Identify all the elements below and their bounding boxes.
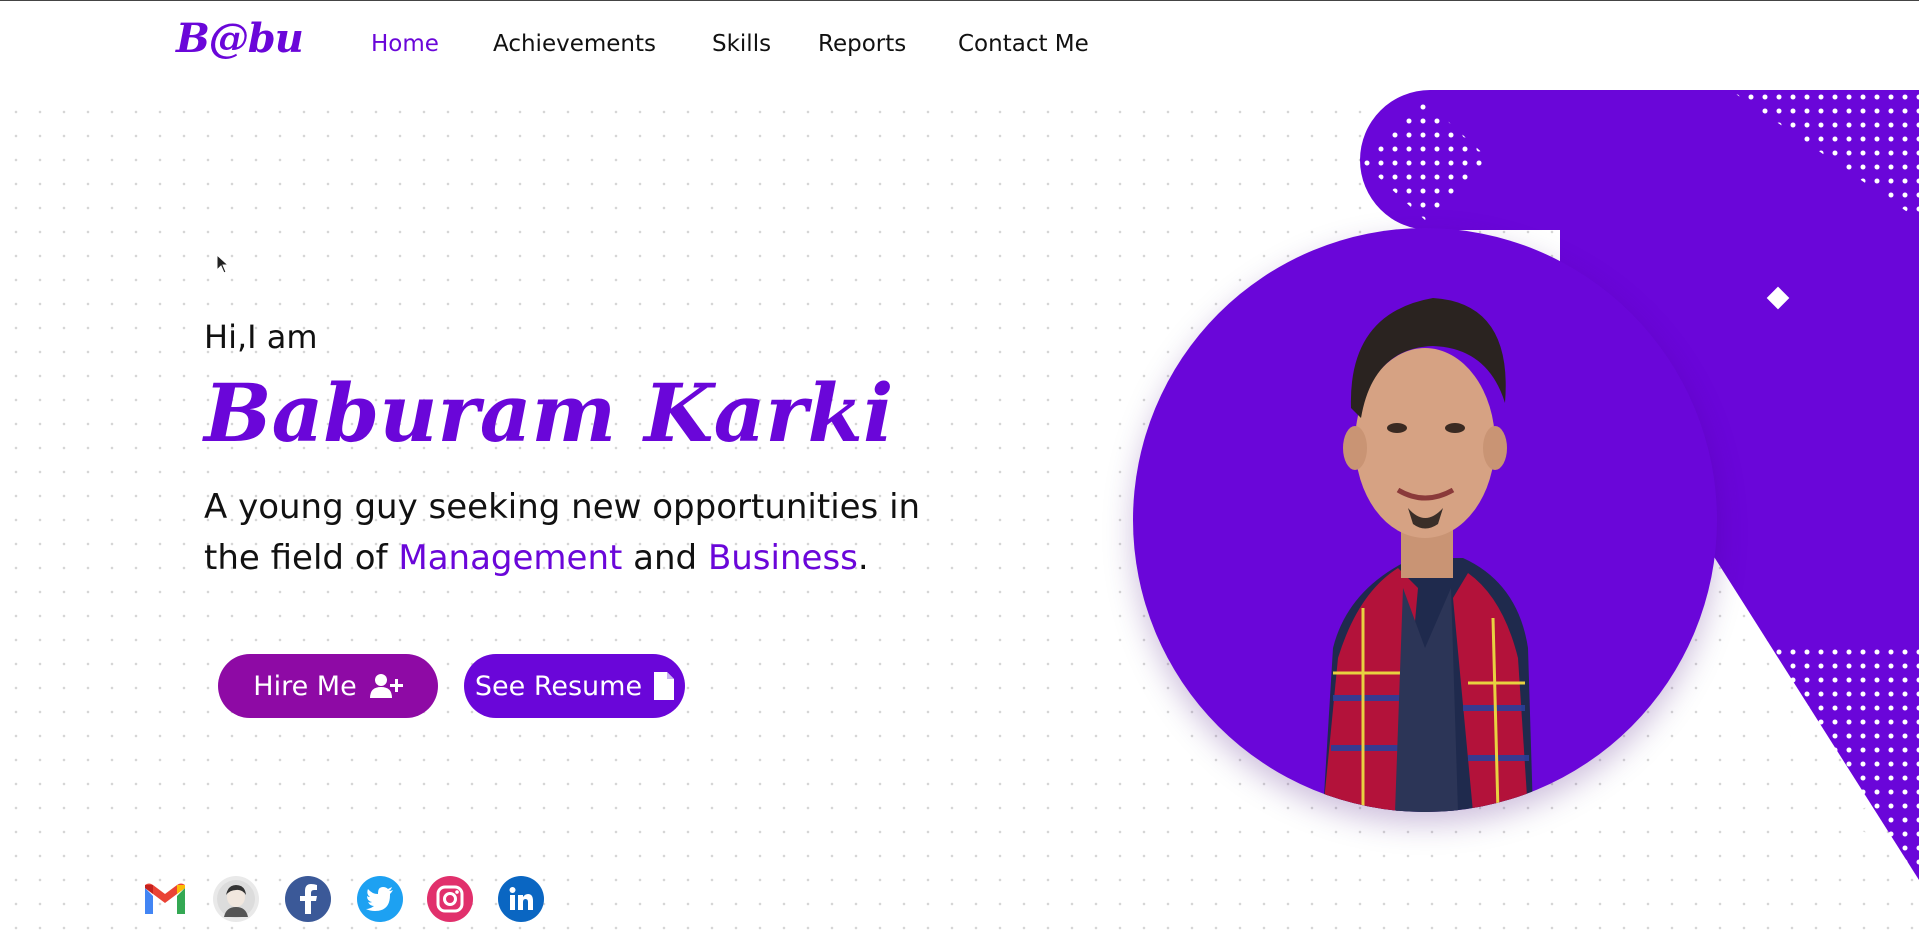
gmail-icon[interactable] xyxy=(142,876,188,922)
highlight-management: Management xyxy=(398,538,623,578)
highlight-business: Business xyxy=(707,538,858,578)
avatar-icon[interactable] xyxy=(213,876,259,922)
see-resume-button[interactable]: See Resume xyxy=(464,654,685,718)
mouse-cursor-icon xyxy=(216,254,230,274)
facebook-icon[interactable] xyxy=(285,876,331,922)
tagline-period: . xyxy=(857,538,869,578)
see-resume-label: See Resume xyxy=(474,670,643,702)
nav-item-reports[interactable]: Reports xyxy=(818,31,906,57)
nav-item-achievements[interactable]: Achievements xyxy=(493,31,656,57)
hire-me-button[interactable]: Hire Me xyxy=(218,654,438,718)
twitter-icon[interactable] xyxy=(357,876,403,922)
site-logo[interactable]: B@bu xyxy=(176,15,304,62)
file-icon xyxy=(654,672,675,700)
navbar: B@bu Home Achievements Skills Reports Co… xyxy=(0,0,1919,90)
tagline-and: and xyxy=(622,538,708,578)
profile-photo xyxy=(1323,298,1533,812)
nav-item-contact[interactable]: Contact Me xyxy=(958,31,1089,57)
user-plus-icon xyxy=(369,674,403,698)
instagram-icon[interactable] xyxy=(427,876,473,922)
nav-item-skills[interactable]: Skills xyxy=(712,31,771,57)
linkedin-icon[interactable] xyxy=(498,876,544,922)
hero-tagline: A young guy seeking new opportunities in… xyxy=(204,482,984,584)
profile-photo-circle xyxy=(1133,228,1717,812)
hire-me-label: Hire Me xyxy=(253,670,357,702)
greeting-text: Hi,I am xyxy=(204,318,318,356)
nav-item-home[interactable]: Home xyxy=(371,31,439,57)
dot-pattern-bottom-right xyxy=(1730,645,1919,865)
hero-name: Baburam Karki xyxy=(204,366,894,460)
